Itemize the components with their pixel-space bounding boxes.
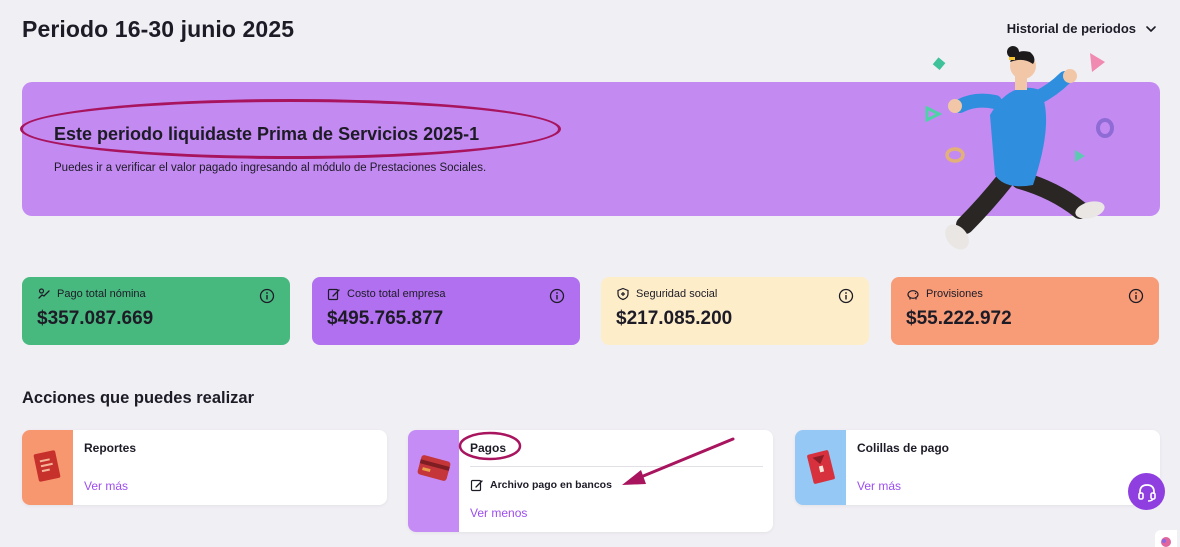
actions-section-title: Acciones que puedes realizar — [22, 389, 255, 407]
pagos-thumbnail — [408, 430, 459, 532]
brain-icon — [1161, 537, 1171, 547]
action-title: Pagos — [470, 441, 507, 455]
period-history-dropdown[interactable]: Historial de periodos — [1007, 21, 1158, 36]
pay-stub-icon — [807, 450, 835, 484]
sub-item-label: Archivo pago en bancos — [490, 479, 612, 491]
banner-text: Puedes ir a verificar el valor pagado in… — [54, 162, 487, 174]
edit-icon — [327, 288, 340, 301]
period-history-label: Historial de periodos — [1006, 21, 1136, 36]
colillas-thumbnail — [795, 430, 846, 505]
annotation-ellipse — [20, 99, 561, 159]
archivo-pago-bancos-item[interactable]: Archivo pago en bancos — [470, 478, 612, 492]
stat-card-pago-total: Pago total nómina $357.087.669 — [22, 277, 290, 345]
credit-card-icon — [417, 455, 451, 481]
action-title: Colillas de pago — [857, 441, 950, 455]
ver-mas-link[interactable]: Ver más — [84, 479, 128, 493]
ver-mas-link[interactable]: Ver más — [857, 479, 901, 493]
edit-icon — [470, 479, 483, 492]
divider — [470, 466, 763, 467]
action-card-pagos[interactable]: Pagos Archivo pago en bancos Ver menos — [408, 430, 773, 532]
page-title: Periodo 16-30 junio 2025 — [22, 16, 295, 42]
stat-value: $55.222.972 — [906, 308, 1012, 329]
info-icon[interactable] — [259, 288, 275, 304]
running-person-illustration — [925, 46, 1114, 250]
stat-label: Pago total nómina — [57, 288, 146, 300]
chevron-down-icon — [1146, 25, 1156, 32]
headset-icon — [1137, 483, 1156, 502]
action-card-reportes[interactable]: Reportes Ver más — [22, 430, 387, 505]
shield-plus-icon — [617, 287, 629, 301]
info-icon[interactable] — [549, 288, 565, 304]
reportes-thumbnail — [22, 430, 73, 505]
stat-card-seguridad-social: Seguridad social $217.085.200 — [601, 277, 869, 345]
stat-value: $217.085.200 — [616, 308, 733, 329]
payroll-icon — [38, 288, 50, 299]
ver-menos-link[interactable]: Ver menos — [470, 506, 527, 520]
stat-card-provisiones: Provisiones $55.222.972 — [891, 277, 1159, 345]
action-title: Reportes — [84, 441, 137, 455]
stat-label: Provisiones — [926, 288, 983, 300]
info-icon[interactable] — [1128, 288, 1144, 304]
piggy-bank-icon — [907, 290, 919, 300]
support-chat-button[interactable] — [1128, 473, 1165, 510]
stat-value: $357.087.669 — [37, 308, 154, 329]
stat-value: $495.765.877 — [327, 308, 444, 329]
info-icon[interactable] — [838, 288, 854, 304]
stat-label: Costo total empresa — [347, 288, 446, 300]
report-document-icon — [33, 450, 61, 482]
corner-widget[interactable] — [1155, 530, 1177, 547]
action-card-colillas[interactable]: Colillas de pago Ver más — [795, 430, 1160, 505]
stat-label: Seguridad social — [636, 288, 718, 300]
stat-card-costo-total: Costo total empresa $495.765.877 — [312, 277, 580, 345]
